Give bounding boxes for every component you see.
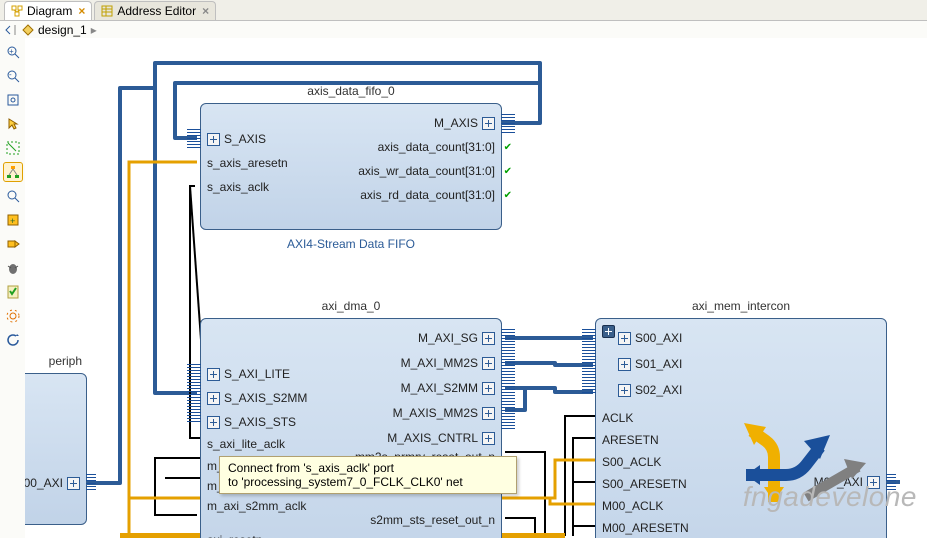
block-title: axi_mem_intercon bbox=[596, 299, 886, 313]
port-s2mm-sts-reset[interactable]: s2mm_sts_reset_out_n bbox=[370, 513, 495, 527]
block-periph[interactable]: periph 00_AXI bbox=[25, 373, 87, 525]
zoom-in-icon[interactable]: + bbox=[3, 42, 23, 62]
port-s-axis-s2mm[interactable]: S_AXIS_S2MM bbox=[207, 391, 307, 405]
port-m-axi-mm2s[interactable]: M_AXI_MM2S bbox=[401, 356, 495, 370]
expand-icon[interactable] bbox=[482, 117, 495, 130]
expand-icon[interactable] bbox=[207, 368, 220, 381]
port-s00-aresetn[interactable]: S00_ARESETN bbox=[602, 477, 687, 491]
watermark: fngadevelone bbox=[743, 481, 917, 513]
port-s-axi-lite-aclk[interactable]: s_axi_lite_aclk bbox=[207, 437, 285, 451]
expand-icon[interactable] bbox=[67, 477, 80, 490]
expand-icon[interactable] bbox=[618, 358, 631, 371]
port-m-axi-s2mm-aclk[interactable]: m_axi_s2mm_aclk bbox=[207, 499, 306, 513]
zoom-out-icon[interactable]: - bbox=[3, 66, 23, 86]
expand-icon[interactable] bbox=[482, 432, 495, 445]
expand-icon[interactable] bbox=[482, 382, 495, 395]
refresh-icon[interactable] bbox=[3, 330, 23, 350]
tab-close-icon[interactable]: × bbox=[202, 4, 209, 18]
port-s-axis-sts[interactable]: S_AXIS_STS bbox=[207, 415, 296, 429]
expand-icon[interactable] bbox=[207, 133, 220, 146]
expand-icon[interactable] bbox=[482, 332, 495, 345]
port-s-axis[interactable]: S_AXIS bbox=[207, 132, 266, 146]
validate-icon[interactable] bbox=[3, 282, 23, 302]
tab-address-label: Address Editor bbox=[117, 4, 196, 18]
port-aresetn[interactable]: s_axis_aresetn bbox=[207, 156, 288, 170]
port-axi-resetn[interactable]: axi_resetn bbox=[207, 533, 262, 538]
bus-stripe bbox=[582, 329, 596, 393]
port-m-axi-s2mm[interactable]: M_AXI_S2MM bbox=[401, 381, 495, 395]
port-wr-count[interactable]: axis_wr_data_count[31:0]✔ bbox=[358, 164, 495, 178]
port-s00-aclk[interactable]: S00_ACLK bbox=[602, 455, 661, 469]
port-aresetn[interactable]: ARESETN bbox=[602, 433, 659, 447]
expand-icon[interactable] bbox=[207, 416, 220, 429]
block-axis-data-fifo[interactable]: axis_data_fifo_0 AXI4-Stream Data FIFO S… bbox=[200, 103, 502, 230]
connect-tooltip: Connect from 's_axis_aclk' port to 'proc… bbox=[219, 456, 517, 494]
block-subtitle: AXI4-Stream Data FIFO bbox=[201, 237, 501, 251]
tab-diagram[interactable]: Diagram × bbox=[4, 1, 92, 20]
area-select-icon[interactable] bbox=[3, 138, 23, 158]
tooltip-line: Connect from 's_axis_aclk' port bbox=[228, 461, 508, 475]
select-icon[interactable] bbox=[3, 114, 23, 134]
expand-icon[interactable] bbox=[482, 407, 495, 420]
search-icon[interactable] bbox=[3, 186, 23, 206]
hierarchy-icon bbox=[22, 24, 34, 36]
check-icon: ✔ bbox=[504, 142, 512, 153]
port-rd-count[interactable]: axis_rd_data_count[31:0]✔ bbox=[360, 188, 495, 202]
app-frame: Diagram × Address Editor × design_1 ▸ + … bbox=[0, 0, 927, 538]
back-icon[interactable] bbox=[4, 24, 18, 36]
port-m-axis[interactable]: M_AXIS bbox=[434, 116, 495, 130]
settings-icon[interactable] bbox=[3, 306, 23, 326]
bus-stripe bbox=[501, 114, 515, 134]
bus-stripe bbox=[86, 474, 96, 492]
tooltip-line: to 'processing_system7_0_FCLK_CLK0' net bbox=[228, 475, 508, 489]
svg-text:-: - bbox=[9, 70, 12, 79]
expand-block-icon[interactable] bbox=[602, 325, 615, 338]
tab-address[interactable]: Address Editor × bbox=[94, 1, 216, 20]
add-port-icon[interactable] bbox=[3, 234, 23, 254]
bus-stripe bbox=[187, 364, 201, 424]
port-s01-axi[interactable]: S01_AXI bbox=[618, 357, 682, 371]
expand-icon[interactable] bbox=[618, 384, 631, 397]
block-title: axi_dma_0 bbox=[201, 299, 501, 313]
tab-bar: Diagram × Address Editor × bbox=[0, 0, 927, 21]
tab-diagram-label: Diagram bbox=[27, 4, 72, 18]
check-icon: ✔ bbox=[504, 190, 512, 201]
port-data-count[interactable]: axis_data_count[31:0]✔ bbox=[378, 140, 495, 154]
port-aclk[interactable]: s_axis_aclk bbox=[207, 180, 269, 194]
tab-close-icon[interactable]: × bbox=[78, 4, 85, 18]
bus-stripe bbox=[501, 329, 515, 429]
port-m-axi-sg[interactable]: M_AXI_SG bbox=[418, 331, 495, 345]
port-m-axis-mm2s[interactable]: M_AXIS_MM2S bbox=[393, 406, 495, 420]
port-aclk[interactable]: ACLK bbox=[602, 411, 633, 425]
breadcrumb-design[interactable]: design_1 bbox=[38, 23, 87, 37]
port-s00-axi[interactable]: S00_AXI bbox=[618, 331, 682, 345]
diagram-canvas[interactable]: axis_data_fifo_0 AXI4-Stream Data FIFO S… bbox=[25, 38, 927, 538]
expand-icon[interactable] bbox=[618, 332, 631, 345]
port-s-axi-lite[interactable]: S_AXI_LITE bbox=[207, 367, 290, 381]
port-m00-aclk[interactable]: M00_ACLK bbox=[602, 499, 663, 513]
port-m00-aresetn[interactable]: M00_ARESETN bbox=[602, 521, 689, 535]
port-s02-axi[interactable]: S02_AXI bbox=[618, 383, 682, 397]
toolbar: + - + bbox=[0, 38, 26, 538]
block-title: periph bbox=[49, 354, 82, 368]
port-00-axi[interactable]: 00_AXI bbox=[25, 476, 80, 490]
zoom-fit-icon[interactable] bbox=[3, 90, 23, 110]
auto-layout-icon[interactable] bbox=[3, 162, 23, 182]
breadcrumb-arrow: ▸ bbox=[91, 23, 97, 37]
svg-text:+: + bbox=[10, 216, 15, 226]
expand-icon[interactable] bbox=[482, 357, 495, 370]
bug-icon[interactable] bbox=[3, 258, 23, 278]
check-icon: ✔ bbox=[504, 166, 512, 177]
block-title: axis_data_fifo_0 bbox=[201, 84, 501, 98]
add-ip-icon[interactable]: + bbox=[3, 210, 23, 230]
bus-stripe bbox=[187, 129, 201, 149]
port-m-axis-cntrl[interactable]: M_AXIS_CNTRL bbox=[387, 431, 495, 445]
expand-icon[interactable] bbox=[207, 392, 220, 405]
block-axi-dma[interactable]: axi_dma_0 S_AXI_LITE S_AXIS_S2MM S_AXIS_… bbox=[200, 318, 502, 538]
svg-text:+: + bbox=[9, 47, 14, 56]
